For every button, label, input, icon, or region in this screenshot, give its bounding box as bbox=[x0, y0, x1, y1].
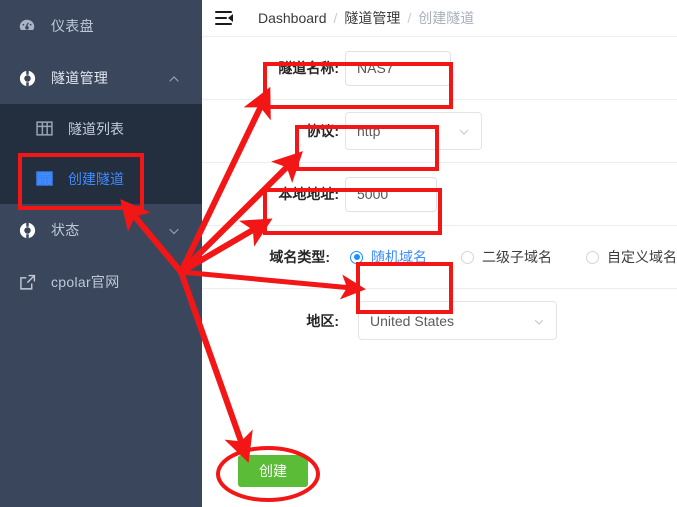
sidebar-item-label: cpolar官网 bbox=[51, 274, 120, 290]
form-row-tunnel-name: 隧道名称: NAS7 bbox=[202, 37, 677, 100]
breadcrumb-item-tunnel-management[interactable]: 隧道管理 bbox=[344, 8, 400, 28]
sidebar: 仪表盘 隧道管理 隧道列表 创建隧道 状态 cpolar官网 bbox=[0, 0, 202, 507]
local-address-input[interactable]: 5000 bbox=[345, 176, 437, 212]
region-value: United States bbox=[370, 312, 455, 329]
breadcrumb: Dashboard / 隧道管理 / 创建隧道 bbox=[258, 8, 474, 28]
chevron-down-icon bbox=[533, 315, 545, 327]
breadcrumb-item-dashboard[interactable]: Dashboard bbox=[258, 10, 327, 26]
protocol-label: 协议: bbox=[306, 123, 339, 139]
sidebar-submenu: 隧道列表 创建隧道 bbox=[0, 104, 202, 204]
radio-label: 随机域名 bbox=[371, 249, 427, 265]
grid-icon bbox=[36, 170, 54, 188]
breadcrumb-separator: / bbox=[333, 10, 338, 26]
sidebar-item-label: 隧道管理 bbox=[51, 70, 109, 86]
radio-label: 自定义域名 bbox=[607, 249, 677, 265]
region-label: 地区: bbox=[306, 312, 339, 329]
hamburger-collapse-icon[interactable] bbox=[215, 11, 233, 25]
domain-type-radio-group: 随机域名 二级子域名 自定义域名 bbox=[350, 247, 677, 267]
grid-icon bbox=[36, 120, 54, 138]
form-row-protocol: 协议: http bbox=[202, 100, 677, 163]
tunnel-name-value: NAS7 bbox=[357, 60, 394, 76]
sidebar-item-create-tunnel[interactable]: 创建隧道 bbox=[0, 154, 202, 204]
radio-dot-icon bbox=[461, 250, 474, 264]
form-row-region: 地区: United States bbox=[202, 289, 677, 352]
sidebar-item-cpolar-website[interactable]: cpolar官网 bbox=[0, 256, 202, 308]
sidebar-item-label: 状态 bbox=[51, 222, 80, 238]
external-link-icon bbox=[17, 272, 37, 292]
status-icon bbox=[17, 220, 37, 240]
radio-random-domain[interactable]: 随机域名 bbox=[350, 247, 427, 267]
sidebar-item-status[interactable]: 状态 bbox=[0, 204, 202, 256]
chevron-down-icon bbox=[458, 125, 470, 137]
tunnel-name-input[interactable]: NAS7 bbox=[345, 50, 451, 86]
local-address-value: 5000 bbox=[357, 186, 389, 202]
sidebar-item-dashboard[interactable]: 仪表盘 bbox=[0, 0, 202, 52]
radio-dot-icon bbox=[586, 250, 599, 264]
chevron-up-icon bbox=[168, 72, 180, 84]
sidebar-item-tunnel-list[interactable]: 隧道列表 bbox=[0, 104, 202, 154]
create-tunnel-form: 隧道名称: NAS7 协议: http 本地地址: 5000 域名类型: 随机域… bbox=[202, 37, 677, 352]
sidebar-subitem-label: 创建隧道 bbox=[68, 171, 124, 187]
radio-custom-domain[interactable]: 自定义域名 bbox=[586, 247, 677, 267]
main-content: Dashboard / 隧道管理 / 创建隧道 隧道名称: NAS7 协议: h… bbox=[202, 0, 677, 507]
screenshot-root: 仪表盘 隧道管理 隧道列表 创建隧道 状态 cpolar官网 Dashboard… bbox=[0, 0, 677, 507]
top-bar: Dashboard / 隧道管理 / 创建隧道 bbox=[202, 0, 677, 37]
breadcrumb-separator: / bbox=[407, 10, 412, 26]
protocol-select[interactable]: http bbox=[345, 112, 482, 150]
create-button[interactable]: 创建 bbox=[238, 455, 308, 487]
radio-subdomain[interactable]: 二级子域名 bbox=[461, 247, 552, 267]
chevron-down-icon bbox=[168, 224, 180, 236]
domain-type-label: 域名类型: bbox=[269, 249, 330, 265]
form-row-domain-type: 域名类型: 随机域名 二级子域名 自定义域名 bbox=[202, 226, 677, 289]
local-address-label: 本地地址: bbox=[278, 186, 339, 202]
radio-label: 二级子域名 bbox=[482, 249, 552, 265]
tunnel-name-label: 隧道名称: bbox=[278, 60, 339, 76]
protocol-value: http bbox=[357, 123, 381, 139]
form-row-local-address: 本地地址: 5000 bbox=[202, 163, 677, 226]
sidebar-subitem-label: 隧道列表 bbox=[68, 121, 124, 137]
tunnel-icon bbox=[17, 68, 37, 88]
sidebar-item-tunnel-management[interactable]: 隧道管理 bbox=[0, 52, 202, 104]
radio-dot-icon bbox=[350, 250, 363, 264]
dashboard-icon bbox=[17, 16, 37, 36]
breadcrumb-item-create-tunnel: 创建隧道 bbox=[418, 10, 475, 26]
region-select[interactable]: United States bbox=[358, 301, 557, 340]
sidebar-item-label: 仪表盘 bbox=[51, 18, 94, 34]
